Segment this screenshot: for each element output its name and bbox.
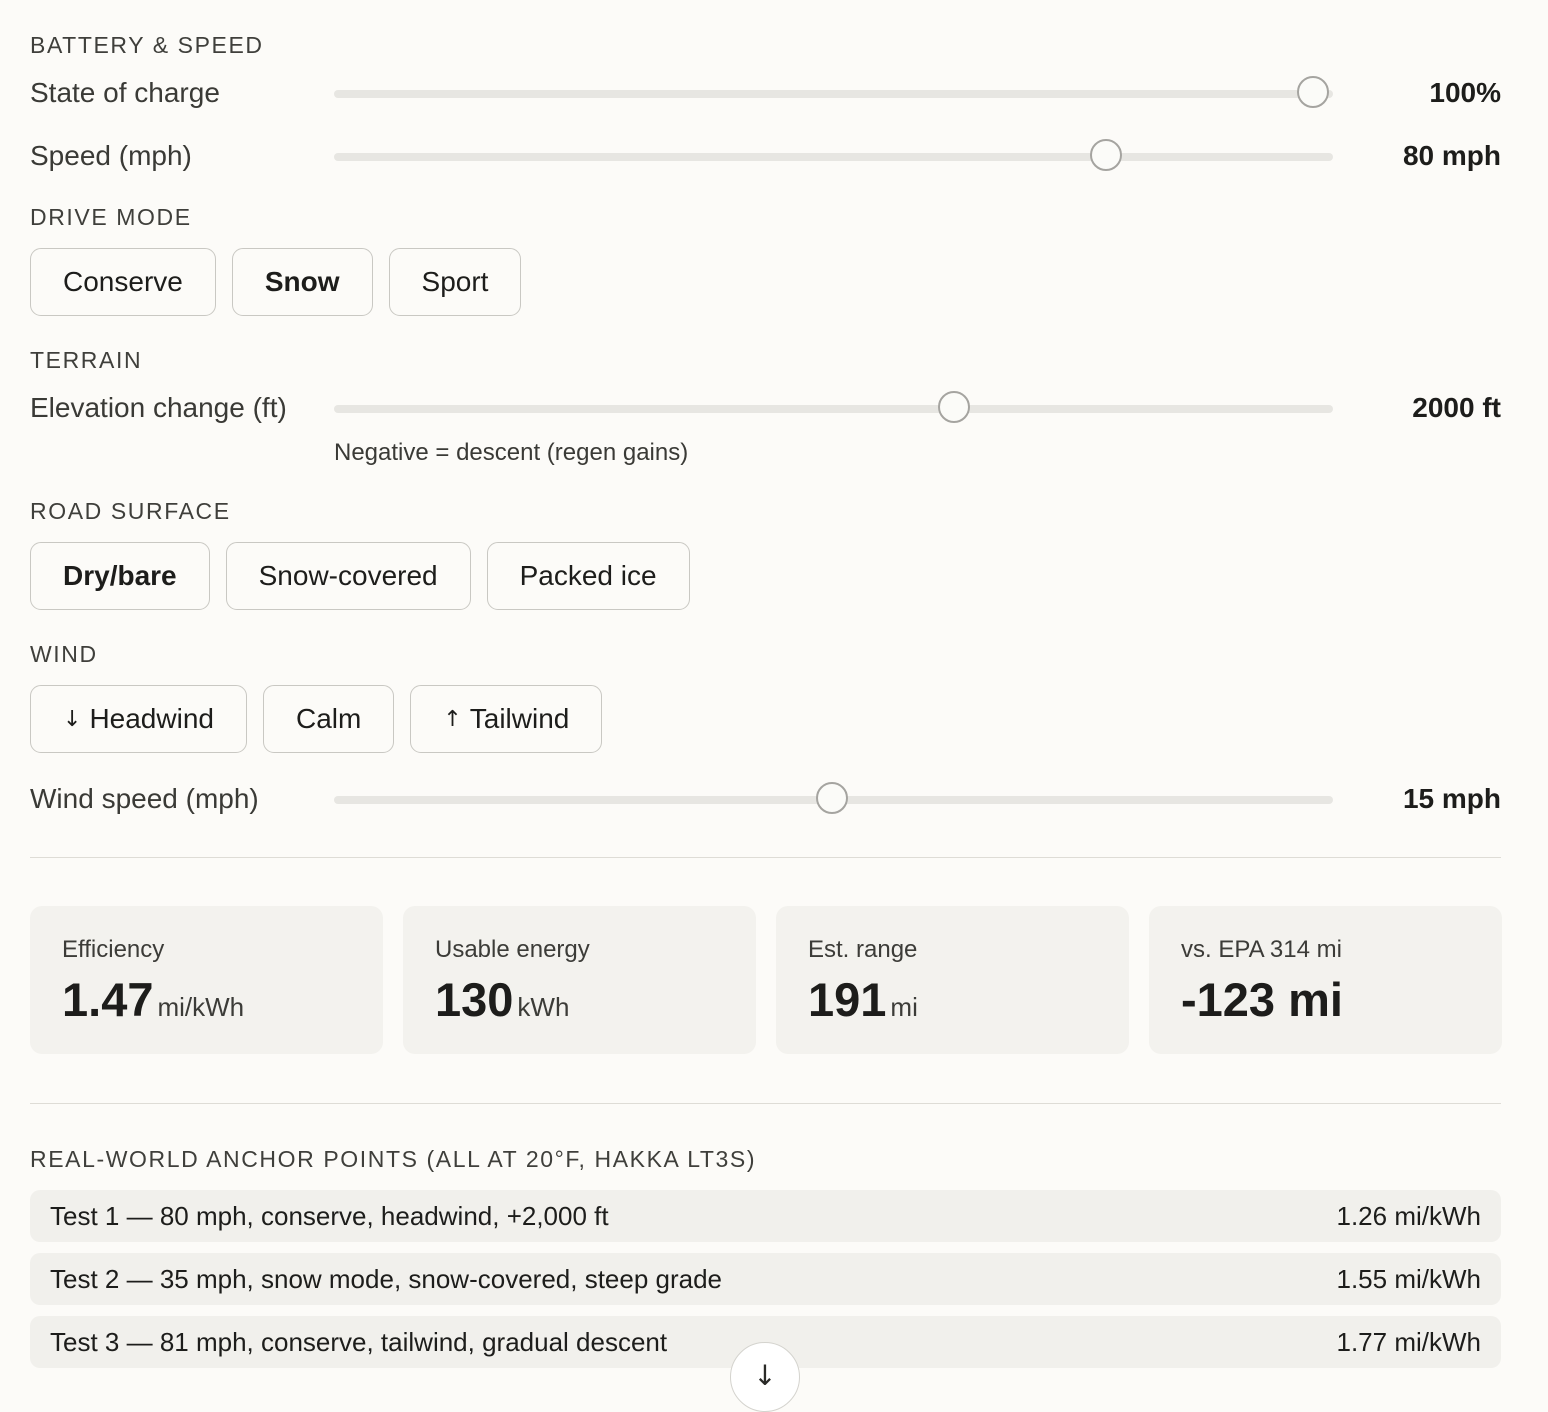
state-of-charge-slider[interactable] xyxy=(334,76,1333,108)
anchor-row: Test 1 — 80 mph, conserve, headwind, +2,… xyxy=(30,1190,1501,1242)
arrow-down-icon: ↓ xyxy=(753,1359,777,1392)
metric-value: 1.47 mi/kWh xyxy=(62,976,351,1023)
wind-option-label: Tailwind xyxy=(469,703,570,734)
metric-card-efficiency: Efficiency 1.47 mi/kWh xyxy=(30,906,383,1054)
arrow-up-icon: ↑ xyxy=(443,706,462,732)
metric-value: 130 kWh xyxy=(435,976,724,1023)
wind-calm-button[interactable]: Calm xyxy=(262,685,395,753)
slider-thumb[interactable] xyxy=(816,782,849,814)
divider xyxy=(30,857,1501,858)
metric-unit: kWh xyxy=(517,992,570,1022)
metric-value: -123 mi xyxy=(1181,976,1470,1023)
scroll-down-button[interactable]: ↓ xyxy=(730,1342,800,1412)
divider xyxy=(30,1103,1501,1104)
speed-label: Speed (mph) xyxy=(30,140,192,171)
anchor-value: 1.26 mi/kWh xyxy=(1336,1200,1482,1231)
drive-mode-snow-button[interactable]: Snow xyxy=(231,248,373,316)
anchor-row: Test 2 — 35 mph, snow mode, snow-covered… xyxy=(30,1253,1501,1305)
speed-slider[interactable] xyxy=(334,139,1333,171)
drive-mode-sport-button[interactable]: Sport xyxy=(388,248,522,316)
state-of-charge-label: State of charge xyxy=(30,77,220,108)
arrow-down-icon: ↓ xyxy=(63,706,82,732)
section-title-road-surface: ROAD SURFACE xyxy=(30,498,231,524)
drive-mode-group: Conserve Snow Sport xyxy=(30,248,522,316)
section-title-battery-speed: BATTERY & SPEED xyxy=(30,32,264,58)
metric-unit: mi xyxy=(890,992,918,1022)
metric-card-est-range: Est. range 191 mi xyxy=(776,906,1129,1054)
metric-number: 130 xyxy=(435,973,514,1026)
section-title-terrain: TERRAIN xyxy=(30,347,143,373)
metric-label: Efficiency xyxy=(62,936,165,963)
metric-card-vs-epa: vs. EPA 314 mi -123 mi xyxy=(1149,906,1502,1054)
road-surface-snow-covered-button[interactable]: Snow-covered xyxy=(225,542,471,610)
road-surface-group: Dry/bare Snow-covered Packed ice xyxy=(30,542,690,610)
anchor-description: Test 3 — 81 mph, conserve, tailwind, gra… xyxy=(50,1326,668,1357)
section-title-drive-mode: DRIVE MODE xyxy=(30,204,192,230)
anchor-description: Test 1 — 80 mph, conserve, headwind, +2,… xyxy=(50,1200,609,1231)
section-title-anchor-points: REAL-WORLD ANCHOR POINTS (ALL AT 20°F, H… xyxy=(30,1146,757,1172)
metric-label: Est. range xyxy=(808,936,918,963)
anchor-description: Test 2 — 35 mph, snow mode, snow-covered… xyxy=(50,1263,723,1294)
anchor-value: 1.55 mi/kWh xyxy=(1336,1263,1482,1294)
slider-thumb[interactable] xyxy=(938,391,971,423)
wind-speed-slider[interactable] xyxy=(334,782,1333,814)
wind-speed-value: 15 mph xyxy=(1402,783,1501,814)
anchor-value: 1.77 mi/kWh xyxy=(1336,1326,1482,1357)
wind-direction-group: ↓ Headwind Calm ↑ Tailwind xyxy=(30,685,603,753)
metric-label: Usable energy xyxy=(435,936,590,963)
wind-option-label: Calm xyxy=(295,703,362,734)
section-title-wind: WIND xyxy=(30,641,98,667)
state-of-charge-value: 100% xyxy=(1429,77,1501,108)
road-surface-dry-button[interactable]: Dry/bare xyxy=(30,542,210,610)
drive-mode-conserve-button[interactable]: Conserve xyxy=(30,248,216,316)
metric-number: -123 mi xyxy=(1181,973,1343,1026)
metric-label: vs. EPA 314 mi xyxy=(1181,936,1342,963)
elevation-hint: Negative = descent (regen gains) xyxy=(334,439,689,466)
wind-speed-label: Wind speed (mph) xyxy=(30,783,259,814)
speed-value: 80 mph xyxy=(1402,140,1501,171)
slider-thumb[interactable] xyxy=(1297,76,1330,108)
metric-number: 1.47 xyxy=(62,973,154,1026)
metric-card-usable-energy: Usable energy 130 kWh xyxy=(403,906,756,1054)
metric-unit: mi/kWh xyxy=(157,992,245,1022)
elevation-change-value: 2000 ft xyxy=(1412,392,1501,423)
elevation-change-label: Elevation change (ft) xyxy=(30,392,287,423)
road-surface-packed-ice-button[interactable]: Packed ice xyxy=(486,542,690,610)
metric-value: 191 mi xyxy=(808,976,1097,1023)
metric-number: 191 xyxy=(808,973,887,1026)
wind-option-label: Headwind xyxy=(89,703,214,734)
wind-headwind-button[interactable]: ↓ Headwind xyxy=(30,685,247,753)
vehicle-range-calculator: BATTERY & SPEED State of charge 100% Spe… xyxy=(30,0,1502,1412)
slider-thumb[interactable] xyxy=(1090,139,1123,171)
elevation-change-slider[interactable] xyxy=(334,391,1333,423)
wind-tailwind-button[interactable]: ↑ Tailwind xyxy=(410,685,603,753)
